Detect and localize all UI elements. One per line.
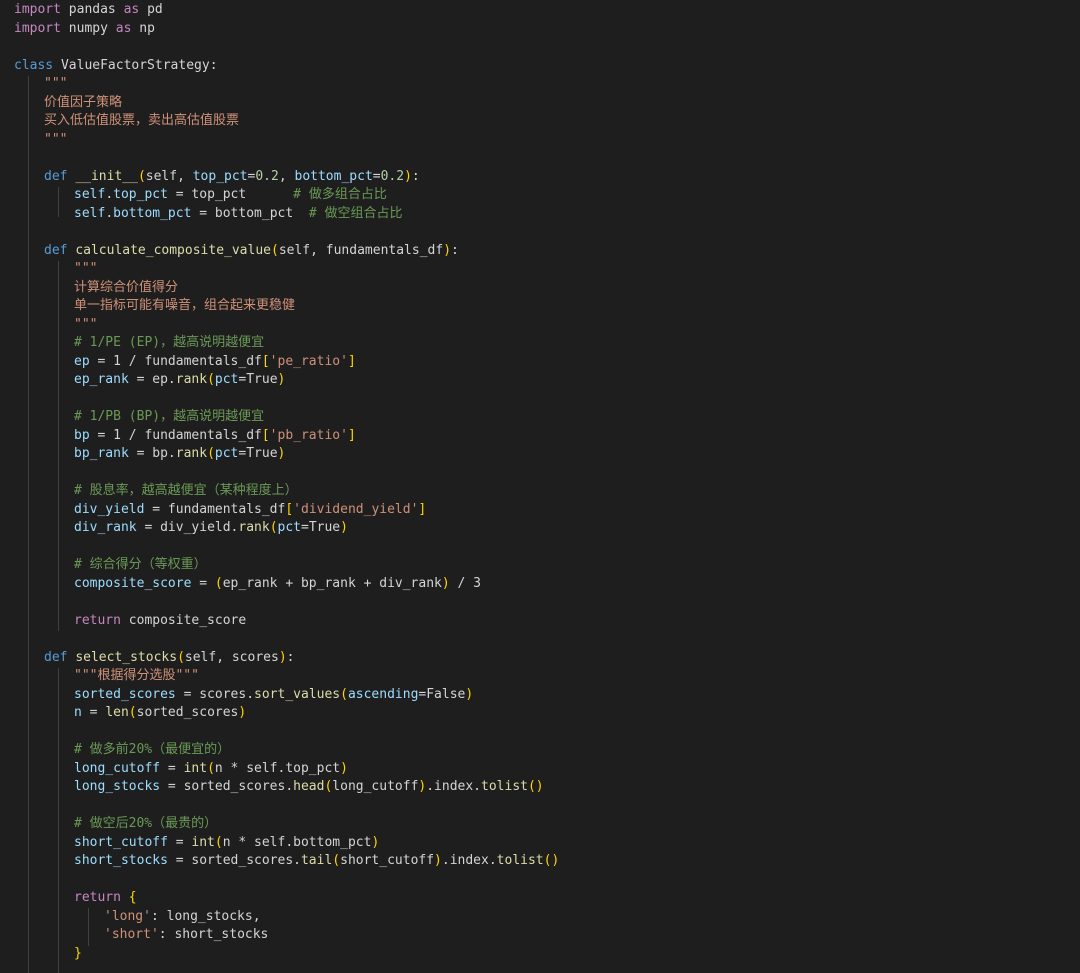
code-line-51[interactable]: 'short': short_stocks [104, 926, 268, 945]
code-line-39[interactable]: n = len(sorted_scores) [74, 704, 246, 723]
code-line-2[interactable]: import numpy as np [14, 20, 155, 39]
code-line-15[interactable]: """ [74, 260, 97, 279]
code-line-16[interactable]: 计算综合价值得分 [74, 279, 178, 298]
code-line-45[interactable]: # 做空后20%（最贵的） [74, 815, 217, 834]
code-line-34[interactable]: return composite_score [74, 612, 246, 631]
code-line-29[interactable]: div_rank = div_yield.rank(pct=True) [74, 519, 348, 538]
code-line-17[interactable]: 单一指标可能有噪音，组合起来更稳健 [74, 297, 295, 316]
code-line-37[interactable]: """根据得分选股""" [74, 667, 199, 686]
code-line-49[interactable]: return { [74, 889, 137, 908]
code-line-4[interactable]: class ValueFactorStrategy: [14, 57, 218, 76]
code-line-10[interactable]: def __init__(self, top_pct=0.2, bottom_p… [44, 168, 420, 187]
code-line-50[interactable]: 'long': long_stocks, [104, 908, 261, 927]
code-editor[interactable]: import pandas as pd import numpy as np c… [0, 0, 1080, 973]
code-line-18[interactable]: """ [74, 316, 97, 335]
code-line-20[interactable]: ep = 1 / fundamentals_df['pe_ratio'] [74, 353, 356, 372]
code-line-8[interactable]: """ [44, 131, 67, 150]
code-line-25[interactable]: bp_rank = bp.rank(pct=True) [74, 445, 285, 464]
code-line-14[interactable]: def calculate_composite_value(self, fund… [44, 242, 459, 261]
code-line-32[interactable]: composite_score = (ep_rank + bp_rank + d… [74, 575, 481, 594]
code-line-6[interactable]: 价值因子策略 [44, 94, 122, 113]
code-line-12[interactable]: self.bottom_pct = bottom_pct # 做空组合占比 [74, 205, 402, 224]
code-line-42[interactable]: long_cutoff = int(n * self.top_pct) [74, 760, 348, 779]
indent-guide [58, 261, 59, 631]
code-line-46[interactable]: short_cutoff = int(n * self.bottom_pct) [74, 834, 379, 853]
indent-guide [88, 908, 89, 946]
code-line-1[interactable]: import pandas as pd [14, 1, 163, 20]
code-line-24[interactable]: bp = 1 / fundamentals_df['pb_ratio'] [74, 427, 356, 446]
indent-guide [58, 187, 59, 217]
code-line-31[interactable]: # 综合得分（等权重） [74, 556, 207, 575]
code-line-21[interactable]: ep_rank = ep.rank(pct=True) [74, 371, 285, 390]
code-line-5[interactable]: """ [44, 75, 67, 94]
code-line-52[interactable]: } [74, 945, 82, 964]
code-line-7[interactable]: 买入低估值股票，卖出高估值股票 [44, 112, 239, 131]
code-line-36[interactable]: def select_stocks(self, scores): [44, 649, 294, 668]
code-line-43[interactable]: long_stocks = sorted_scores.head(long_cu… [74, 778, 544, 797]
code-line-28[interactable]: div_yield = fundamentals_df['dividend_yi… [74, 501, 426, 520]
indent-guide [58, 668, 59, 973]
code-line-38[interactable]: sorted_scores = scores.sort_values(ascen… [74, 686, 473, 705]
code-line-41[interactable]: # 做多前20%（最便宜的） [74, 741, 230, 760]
indent-guide [28, 76, 29, 973]
code-line-11[interactable]: self.top_pct = top_pct # 做多组合占比 [74, 186, 387, 205]
code-line-27[interactable]: # 股息率，越高越便宜（某种程度上） [74, 482, 298, 501]
code-line-47[interactable]: short_stocks = sorted_scores.tail(short_… [74, 852, 559, 871]
code-line-23[interactable]: # 1/PB (BP)，越高说明越便宜 [74, 408, 264, 427]
code-line-19[interactable]: # 1/PE (EP)，越高说明越便宜 [74, 334, 264, 353]
